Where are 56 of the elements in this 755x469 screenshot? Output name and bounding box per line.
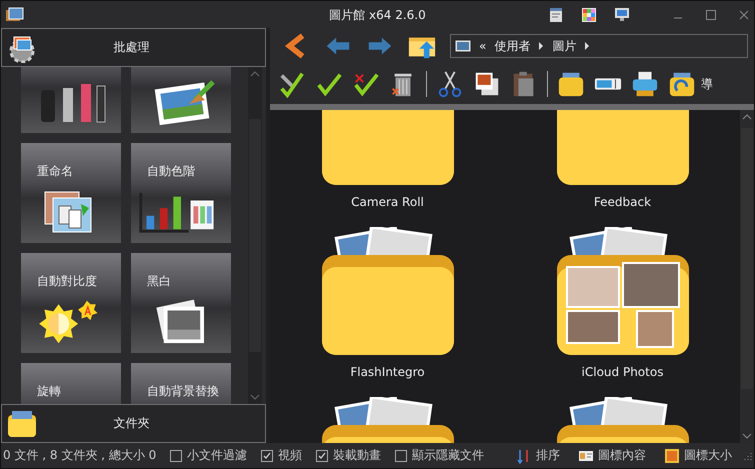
checkbox[interactable] [170, 450, 182, 462]
breadcrumb-bar[interactable]: « 使用者 圖片 [450, 34, 748, 58]
breadcrumb-item[interactable]: 圖片 [552, 38, 576, 54]
document-icon[interactable] [548, 6, 564, 22]
tiles-scrollbar[interactable] [248, 67, 262, 404]
scroll-down-icon[interactable] [250, 394, 260, 400]
copy-icon[interactable] [473, 70, 501, 98]
folder-item[interactable]: iCloud Photos [505, 219, 740, 389]
image-icon[interactable] [664, 448, 680, 464]
chevron-right-icon[interactable] [538, 41, 544, 51]
status-action[interactable]: 排序 [536, 447, 560, 464]
scissors-icon[interactable] [436, 70, 464, 98]
checkbox[interactable] [316, 450, 328, 462]
checkbox[interactable] [395, 450, 408, 462]
tool-tile[interactable]: 自動對比度 [21, 253, 121, 353]
printer-icon[interactable] [631, 70, 659, 98]
checkbox[interactable] [261, 450, 274, 462]
app-icon [5, 6, 25, 22]
toolbar-label[interactable]: 導 [701, 76, 713, 92]
tool-tile[interactable]: 黑白 [131, 253, 231, 353]
checkmark-icon [262, 450, 272, 460]
tool-tile[interactable]: 旋轉 [21, 363, 121, 404]
batch-panel-header[interactable]: 批處理 [1, 28, 266, 67]
scroll-up-icon[interactable] [250, 71, 260, 77]
color-grid-icon[interactable] [581, 6, 597, 22]
checkbox-label[interactable]: 顯示隱藏文件 [412, 447, 484, 464]
checkbox-label[interactable]: 小文件過濾 [187, 447, 248, 464]
status-action[interactable]: 圖標大小 [684, 447, 732, 464]
picture-icon [455, 40, 471, 52]
chevron-right-icon[interactable] [584, 41, 590, 51]
close-icon[interactable] [738, 8, 750, 20]
window-title: 圖片館 x64 2.6.0 [329, 7, 426, 24]
tool-tile[interactable]: 重命名 [21, 143, 121, 243]
checkbox-label[interactable]: 視頻 [278, 447, 302, 464]
status-summary: 0 文件 , 8 文件夾 , 總大小 0 [3, 447, 156, 464]
maximize-icon[interactable] [705, 8, 717, 20]
tool-tile[interactable]: 自動色階 [131, 143, 231, 243]
folder-refresh-icon[interactable] [668, 70, 696, 98]
folder-icon [6, 408, 38, 438]
status-action[interactable]: 圖標內容 [598, 447, 646, 464]
folder-item[interactable]: Camera Roll [270, 110, 505, 219]
scroll-down-icon[interactable] [742, 433, 752, 439]
folder-item[interactable]: Feedback [505, 110, 740, 219]
monitor-icon[interactable] [614, 6, 630, 22]
resize-grip-icon[interactable] [744, 452, 752, 460]
folder-panel-header[interactable]: 文件夾 [1, 404, 266, 443]
wrench-check-icon[interactable] [278, 70, 306, 98]
checkmark-icon [317, 450, 328, 460]
folder-item[interactable]: FlashIntegro [270, 219, 505, 389]
breadcrumb-item[interactable]: 使用者 [494, 38, 530, 54]
breadcrumb-overflow[interactable]: « [479, 39, 486, 53]
scroll-up-icon[interactable] [742, 114, 752, 120]
tool-tile[interactable]: 自動背景替換 [131, 363, 231, 404]
folder-icon[interactable] [557, 70, 585, 98]
checkbox-label[interactable]: 裝載動畫 [333, 447, 382, 464]
folder-scrollbar[interactable] [740, 110, 754, 443]
